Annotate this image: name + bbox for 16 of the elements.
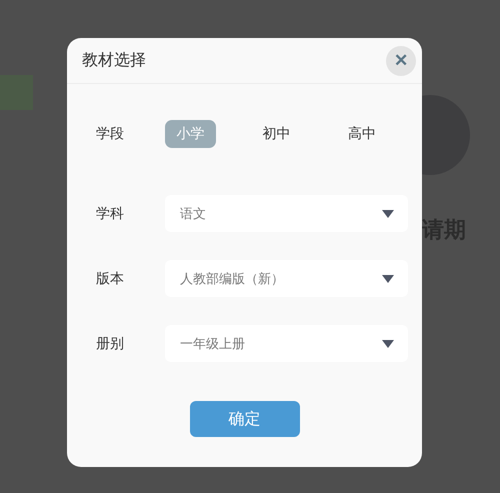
caret-icon [382, 210, 394, 218]
field-label: 册别 [96, 334, 125, 352]
caret-icon [382, 340, 394, 348]
close-button[interactable]: ✕ [386, 46, 416, 76]
dropdown-field[interactable]: 语文 [165, 195, 408, 232]
dropdown-field[interactable]: 人教部编版（新） [165, 260, 408, 297]
stage-option[interactable]: 初中 [250, 120, 302, 148]
stage-label: 学段 [96, 125, 125, 143]
caret-icon [382, 274, 394, 282]
dialog-title: 教材选择 [82, 50, 146, 71]
stage-option[interactable]: 小学 [164, 120, 216, 148]
dropdown-field[interactable]: 一年级上册 [165, 325, 408, 362]
field-label: 版本 [96, 270, 125, 288]
field-label: 学科 [96, 204, 125, 222]
confirm-button[interactable]: 确定 [190, 401, 300, 437]
stage-option[interactable]: 高中 [336, 120, 388, 148]
